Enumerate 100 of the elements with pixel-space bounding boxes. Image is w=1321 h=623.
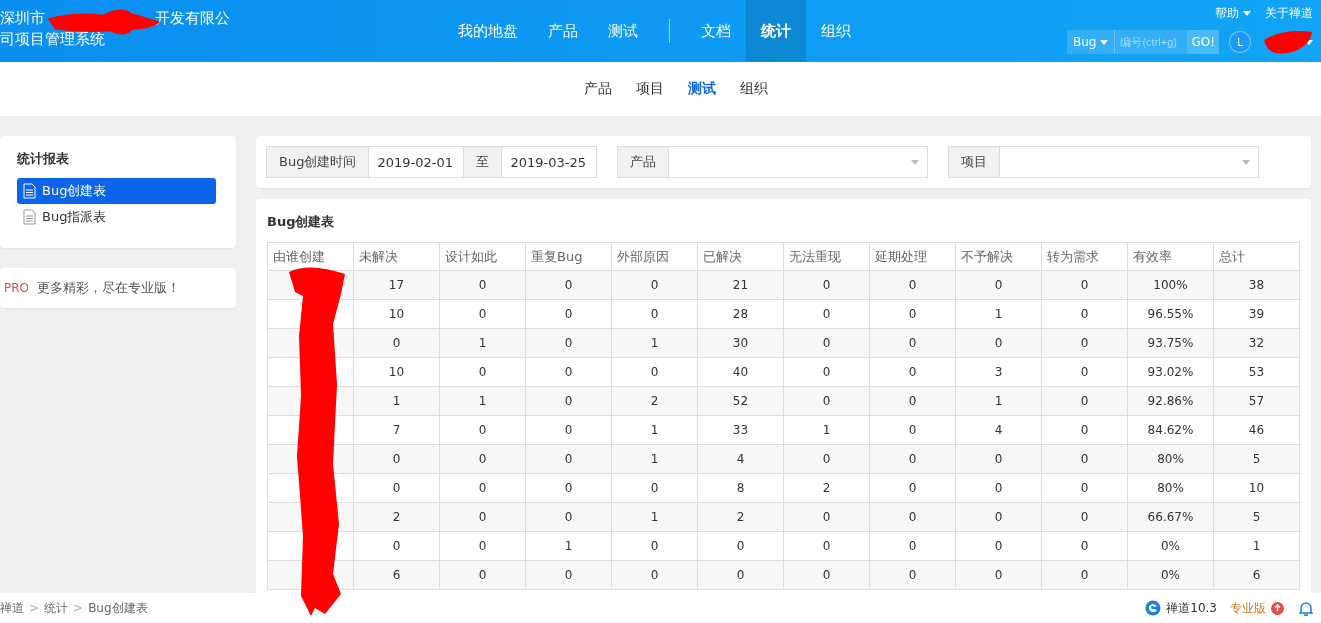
table-cell: 0 — [955, 270, 1042, 300]
table-cell: 52 — [697, 386, 784, 416]
table-cell: 66.67% — [1127, 502, 1214, 532]
table-cell: 0 — [783, 357, 870, 387]
table-cell: 53 — [1213, 357, 1300, 387]
column-header: 外部原因 — [611, 242, 698, 271]
table-cell: 0 — [697, 560, 784, 590]
breadcrumb-item: Bug创建表 — [88, 599, 148, 617]
breadcrumb-item[interactable]: 统计 — [44, 599, 69, 617]
table-cell: 0 — [869, 328, 956, 358]
table-cell: 96.55% — [1127, 299, 1214, 329]
table-cell: 2 — [611, 386, 698, 416]
table-cell: 0 — [439, 270, 526, 300]
table-cell: 5 — [1213, 502, 1300, 532]
promo-text[interactable]: 更多精彩，尽在专业版！ — [37, 279, 181, 297]
help-menu[interactable]: 帮助 — [1215, 5, 1251, 22]
table-cell: 6 — [1213, 560, 1300, 590]
table-cell: 46 — [1213, 415, 1300, 445]
column-header: 转为需求 — [1041, 242, 1128, 271]
table-cell: 0 — [353, 444, 440, 474]
table-cell: 0 — [1041, 328, 1128, 358]
table-cell: 0 — [783, 299, 870, 329]
table-cell: 0 — [439, 299, 526, 329]
table-cell: 0 — [783, 270, 870, 300]
caret-icon — [1100, 39, 1109, 45]
table-cell: 92.86% — [1127, 386, 1214, 416]
table-cell: 0% — [1127, 560, 1214, 590]
table-cell: 0 — [1041, 270, 1128, 300]
column-header: 延期处理 — [869, 242, 956, 271]
nav-item[interactable]: 我的地盘 — [443, 0, 533, 62]
table-cell: 100% — [1127, 270, 1214, 300]
table-cell: 1 — [525, 531, 612, 561]
table-cell: 1 — [353, 386, 440, 416]
version-text[interactable]: 禅道10.3 — [1166, 599, 1217, 617]
table-cell: 10 — [353, 357, 440, 387]
sidebar-title: 统计报表 — [17, 150, 69, 168]
user-avatar[interactable]: L — [1229, 31, 1251, 53]
breadcrumb-separator: > — [29, 601, 40, 615]
table-cell: 1 — [611, 502, 698, 532]
table-cell: 0 — [611, 270, 698, 300]
column-header: 重复Bug — [525, 242, 612, 271]
bell-icon[interactable] — [1299, 600, 1313, 616]
subnav-item[interactable]: 组织 — [727, 80, 780, 98]
table-cell: 0 — [869, 270, 956, 300]
table-cell: 93.02% — [1127, 357, 1214, 387]
nav-item[interactable]: 测试 — [593, 0, 653, 62]
subnav-item[interactable]: 项目 — [623, 80, 676, 98]
nav-item[interactable]: 文档 — [686, 0, 746, 62]
table-cell: 0 — [525, 328, 612, 358]
table-cell: 32 — [1213, 328, 1300, 358]
table-cell: 0 — [611, 560, 698, 590]
table-cell: 30 — [697, 328, 784, 358]
sidebar-item[interactable]: Bug指派表 — [17, 204, 216, 230]
table-cell: 0 — [525, 357, 612, 387]
table-cell: 5 — [1213, 444, 1300, 474]
table-cell: 93.75% — [1127, 328, 1214, 358]
table-cell: 0 — [611, 473, 698, 503]
table-cell: 0 — [525, 473, 612, 503]
table-cell: 0 — [869, 531, 956, 561]
column-header: 不予解决 — [955, 242, 1042, 271]
table-cell: 57 — [1213, 386, 1300, 416]
table-cell: 28 — [697, 299, 784, 329]
nav-item[interactable]: 统计 — [746, 0, 806, 62]
table-cell: 0 — [955, 560, 1042, 590]
table-cell: 0 — [1041, 502, 1128, 532]
nav-item[interactable]: 产品 — [533, 0, 593, 62]
table-cell: 17 — [353, 270, 440, 300]
edition-link[interactable]: 专业版 — [1230, 599, 1266, 617]
column-header: 总计 — [1213, 242, 1300, 271]
table-cell: 4 — [955, 415, 1042, 445]
report-title: Bug创建表 — [267, 213, 335, 231]
table-cell: 0 — [439, 473, 526, 503]
table-cell: 2 — [353, 502, 440, 532]
table-cell: 38 — [1213, 270, 1300, 300]
table-cell: 0 — [955, 502, 1042, 532]
column-header: 无法重现 — [783, 242, 870, 271]
table-cell: 3 — [955, 357, 1042, 387]
table-cell: 1 — [611, 415, 698, 445]
pro-label: PRO — [4, 281, 30, 295]
subnav-item[interactable]: 测试 — [675, 80, 728, 98]
table-cell: 0 — [1041, 386, 1128, 416]
column-header: 未解决 — [353, 242, 440, 271]
upgrade-icon[interactable] — [1271, 601, 1284, 615]
table-cell: 0 — [955, 328, 1042, 358]
breadcrumb-item[interactable]: 禅道 — [0, 599, 24, 617]
column-header: 已解决 — [697, 242, 784, 271]
table-cell: 1 — [955, 299, 1042, 329]
table-cell: 2 — [783, 473, 870, 503]
table-cell: 10 — [1213, 473, 1300, 503]
subnav-item[interactable]: 产品 — [571, 80, 624, 98]
table-cell: 0 — [1041, 415, 1128, 445]
table-cell: 0 — [525, 560, 612, 590]
table-cell: 0 — [1041, 299, 1128, 329]
table-cell: 7 — [353, 415, 440, 445]
sidebar-item[interactable]: Bug创建表 — [17, 178, 216, 204]
table-cell: 33 — [697, 415, 784, 445]
table-cell: 39 — [1213, 299, 1300, 329]
nav-item[interactable]: 组织 — [806, 0, 866, 62]
document-icon — [23, 209, 36, 225]
about-link[interactable]: 关于禅道 — [1265, 5, 1313, 22]
